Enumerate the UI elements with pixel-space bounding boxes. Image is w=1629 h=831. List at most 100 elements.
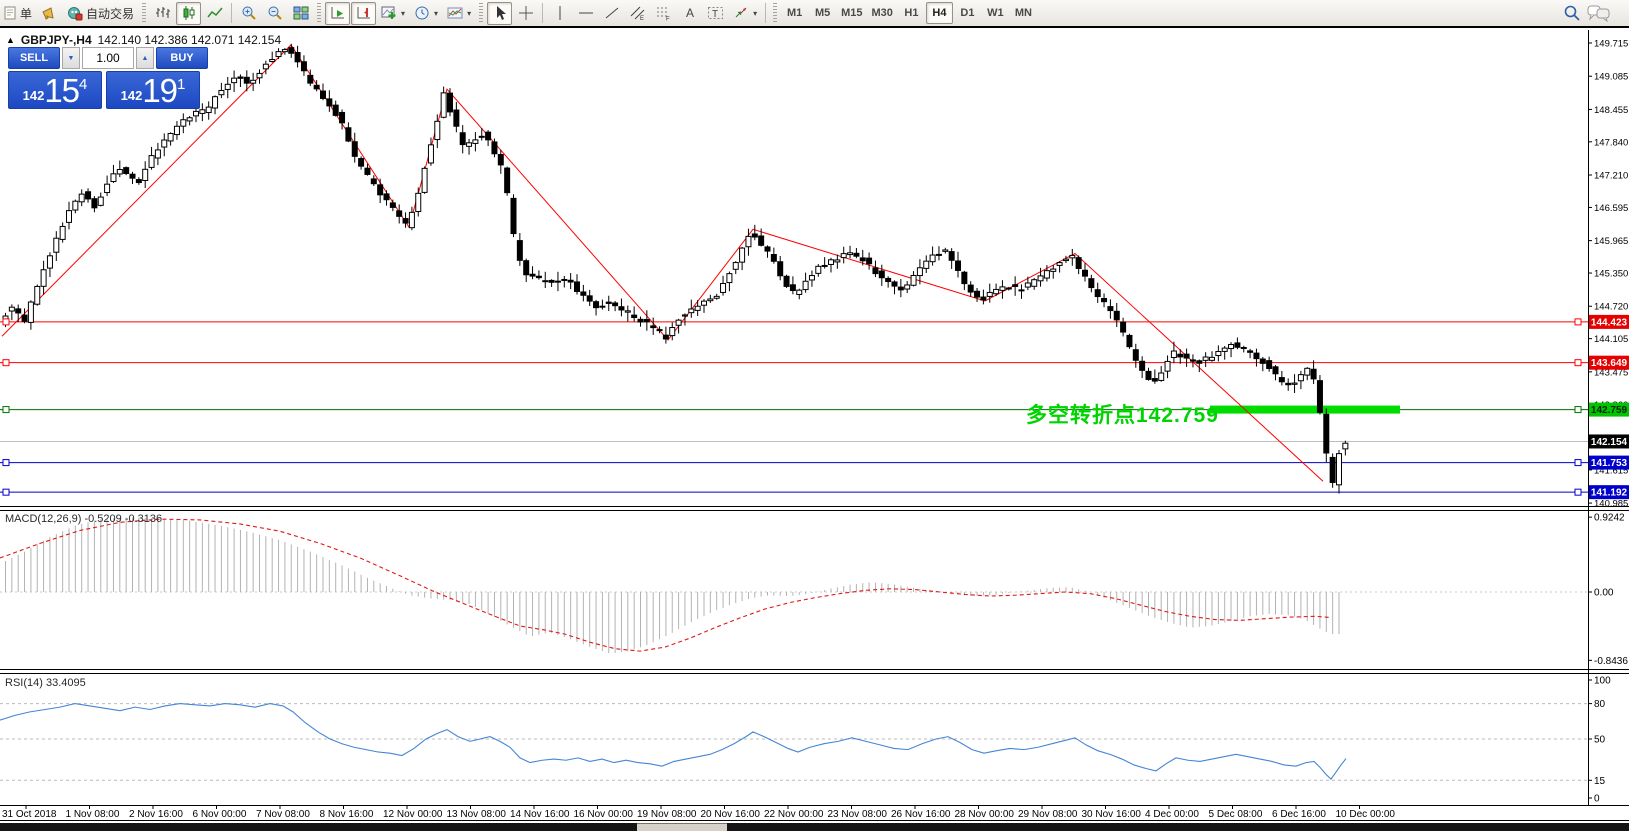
svg-text:0: 0 [1594,794,1600,805]
zoom-in-icon [241,5,257,21]
timeframe-d1[interactable]: D1 [954,2,981,24]
search-icon[interactable] [1563,4,1581,22]
svg-text:141.753: 141.753 [1591,458,1628,469]
toolbar-separator [542,3,543,23]
pivot-annotation-text[interactable]: 多空转折点142.759 [1026,399,1219,429]
svg-text:20 Nov 16:00: 20 Nov 16:00 [701,809,761,820]
crosshair-icon [518,5,534,21]
new-order-label: 单 [20,5,32,22]
volume-input[interactable]: 1.00 [82,47,134,69]
candlestick-chart-button[interactable] [176,2,201,25]
svg-text:8 Nov 16:00: 8 Nov 16:00 [320,809,374,820]
svg-text:1 Nov 08:00: 1 Nov 08:00 [66,809,120,820]
symbol-name: GBPJPY-,H4 [21,33,92,47]
timeframe-h4[interactable]: H4 [926,2,953,24]
text-button[interactable]: A [677,2,702,25]
volume-increase-button[interactable]: ▲ [136,47,154,69]
crosshair-button[interactable] [513,2,538,25]
svg-text:4 Dec 00:00: 4 Dec 00:00 [1145,809,1199,820]
text-label-icon: T [707,5,724,21]
pivot-highlight-bar[interactable] [1210,406,1400,414]
buy-price-quote[interactable]: 142191 [106,71,200,109]
scrollbar-track[interactable] [0,823,1629,831]
svg-text:80: 80 [1594,699,1606,710]
templates-button[interactable]: ▾ [443,2,475,25]
line-chart-button[interactable] [202,2,227,25]
tile-windows-button[interactable] [288,2,313,25]
chart-shift-button[interactable] [351,2,376,25]
timeframe-mn[interactable]: MN [1010,2,1037,24]
periods-button[interactable]: ▾ [410,2,442,25]
toolbar-drag-handle[interactable] [773,3,777,23]
toolbar-drag-handle[interactable] [479,3,483,23]
svg-text:144.720: 144.720 [1594,302,1628,313]
buy-price-pip: 1 [177,77,185,92]
caret-down-icon: ▾ [401,9,405,18]
chat-icon[interactable] [1587,4,1611,22]
scrollbar-thumb[interactable] [637,824,727,831]
toolbar-drag-handle[interactable] [142,3,146,23]
templates-icon [447,5,463,21]
svg-text:145.965: 145.965 [1594,236,1628,247]
svg-text:6 Dec 16:00: 6 Dec 16:00 [1272,809,1326,820]
svg-text:146.595: 146.595 [1594,203,1628,214]
toolbar-separator [231,3,232,23]
fibonacci-icon: F [656,5,672,21]
volume-decrease-button[interactable]: ▼ [62,47,80,69]
indicators-add-icon [381,5,397,21]
timeframe-toolbar: M1M5M15M30H1H4D1W1MN [781,2,1037,24]
timeframe-m15[interactable]: M15 [837,2,866,24]
trendline-button[interactable] [599,2,624,25]
zoom-out-button[interactable] [262,2,287,25]
auto-trading-button[interactable]: 自动交易 [63,2,138,25]
svg-text:16 Nov 00:00: 16 Nov 00:00 [574,809,634,820]
cursor-icon [492,5,508,21]
svg-text:19 Nov 08:00: 19 Nov 08:00 [637,809,697,820]
svg-text:22 Nov 00:00: 22 Nov 00:00 [764,809,824,820]
svg-text:12 Nov 00:00: 12 Nov 00:00 [383,809,443,820]
sell-price-quote[interactable]: 142154 [8,71,102,109]
buy-price-big: 19 [142,76,177,106]
svg-text:149.085: 149.085 [1594,72,1628,83]
macd-indicator: 0.92420.00-0.8436 [0,513,1628,667]
text-label-button[interactable]: T [703,2,728,25]
timeframe-m5[interactable]: M5 [809,2,836,24]
svg-text:15: 15 [1594,776,1606,787]
caret-down-icon: ▾ [753,9,757,18]
fibonacci-button[interactable]: F [651,2,676,25]
svg-text:13 Nov 08:00: 13 Nov 08:00 [447,809,507,820]
cursor-button[interactable] [487,2,512,25]
svg-text:14 Nov 16:00: 14 Nov 16:00 [510,809,570,820]
auto-scroll-button[interactable] [325,2,350,25]
svg-text:2 Nov 16:00: 2 Nov 16:00 [129,809,183,820]
bar-chart-button[interactable] [150,2,175,25]
trendline-icon [604,5,620,21]
mt4-window: 0.92420.00-0.8436 1008050150 149.715149.… [0,0,1629,831]
sell-button[interactable]: SELL [8,47,60,69]
chart-area: 0.92420.00-0.8436 1008050150 149.715149.… [0,0,1629,831]
toolbar: 单 自动交易 [0,0,1629,28]
zo om-in-button[interactable] [236,2,261,25]
megaphone-button[interactable] [37,2,62,25]
equidistant-channel-icon: E [630,5,646,21]
arrows-button[interactable]: ▾ [729,2,761,25]
buy-button[interactable]: BUY [156,47,208,69]
svg-text:141.192: 141.192 [1591,488,1628,499]
order-page-icon [4,6,17,20]
svg-text:10 Dec 00:00: 10 Dec 00:00 [1336,809,1396,820]
timeframe-h1[interactable]: H1 [898,2,925,24]
timeframe-m1[interactable]: M1 [781,2,808,24]
collapse-triangle-icon[interactable]: ▲ [6,35,15,45]
equidistant-channel-button[interactable]: E [625,2,650,25]
indicators-button[interactable]: ▾ [377,2,409,25]
vertical-line-button[interactable] [547,2,572,25]
horizontal-line-icon [578,5,594,21]
toolbar-drag-handle[interactable] [317,3,321,23]
caret-down-icon: ▾ [434,9,438,18]
horizontal-line-button[interactable] [573,2,598,25]
new-order-button[interactable]: 单 [0,2,36,25]
timeframe-m30[interactable]: M30 [868,2,897,24]
horizontal-scrollbar[interactable] [0,823,1629,831]
timeframe-w1[interactable]: W1 [982,2,1009,24]
svg-text:144.423: 144.423 [1591,317,1628,328]
